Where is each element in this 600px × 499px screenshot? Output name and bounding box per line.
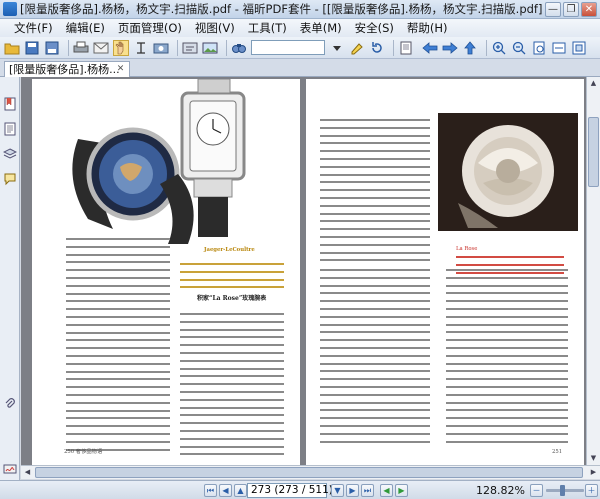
highlight-icon[interactable] (349, 40, 365, 56)
left-page-footer: 250 奢侈品物语 (64, 449, 103, 455)
toolbar-separator (393, 39, 394, 56)
horizontal-scrollbar[interactable]: ◀ ▶ (21, 465, 600, 479)
jewelry-rose-image (438, 113, 578, 231)
document-view[interactable]: Jaeger-LeCoultre 积家“La Rose”玫瑰腕表 250 奢侈品… (21, 77, 586, 465)
print-icon[interactable] (73, 40, 89, 56)
find-icon[interactable] (231, 40, 247, 56)
tab-document[interactable]: [限量版奢侈品].杨杨... ✕ (4, 61, 130, 77)
bookmarks-icon[interactable] (3, 97, 17, 111)
right-top-text (320, 119, 430, 267)
watch-illustration (72, 79, 246, 244)
toolbar-separator (226, 39, 227, 56)
find-input[interactable] (251, 40, 325, 55)
menu-file[interactable]: 文件(F) (14, 20, 53, 36)
close-button[interactable]: ✕ (581, 1, 597, 17)
left-column-text (66, 238, 170, 456)
vertical-scrollbar[interactable]: ▲ ▼ (586, 77, 600, 465)
toolbar-separator (486, 39, 487, 56)
email-icon[interactable] (93, 40, 109, 56)
zoom-level: 128.82% (476, 484, 525, 497)
navigation-side-panel (0, 77, 20, 481)
menu-help[interactable]: 帮助(H) (407, 20, 448, 36)
app-icon (3, 2, 17, 16)
comments-icon[interactable] (3, 172, 17, 186)
up-arrow-icon[interactable] (462, 40, 478, 56)
left-page-caption: 积家“La Rose”玫瑰腕表 (197, 295, 267, 302)
attachment-icon[interactable] (3, 397, 17, 411)
open-folder-icon[interactable] (4, 40, 20, 56)
fit-page-icon[interactable] (531, 40, 547, 56)
page-up-icon[interactable]: ▲ (234, 484, 247, 497)
next-page-icon[interactable]: ▶ (346, 484, 359, 497)
toolbar-separator (68, 39, 69, 56)
save-as-icon[interactable] (44, 40, 60, 56)
right-column-text (180, 313, 284, 461)
zoom-in-icon[interactable] (491, 40, 507, 56)
snapshot-icon[interactable] (153, 40, 169, 56)
image-icon[interactable] (202, 40, 218, 56)
left-page: Jaeger-LeCoultre 积家“La Rose”玫瑰腕表 250 奢侈品… (32, 79, 300, 465)
go-back-icon[interactable]: ◀ (380, 484, 393, 497)
select-text-icon[interactable] (133, 40, 149, 56)
menu-tools[interactable]: 工具(T) (248, 20, 287, 36)
toolbar (0, 37, 600, 59)
hand-tool-icon[interactable] (113, 39, 129, 56)
zoom-out-icon[interactable] (511, 40, 527, 56)
scroll-right-arrow-icon[interactable]: ▶ (587, 466, 600, 479)
scroll-down-arrow-icon[interactable]: ▼ (587, 452, 600, 465)
layers-icon[interactable] (3, 147, 17, 161)
scroll-up-arrow-icon[interactable]: ▲ (587, 77, 600, 90)
right-lower-right-text (446, 269, 568, 448)
title-bar: [限量版奢侈品].杨杨，杨文宇.扫描版.pdf - 福昕PDF套件 - [[限量… (0, 0, 600, 19)
page-thumbnails-icon[interactable] (3, 122, 17, 136)
page-number-field[interactable]: 273 (273 / 511) (247, 483, 333, 498)
find-options-icon[interactable] (329, 40, 345, 56)
menu-edit[interactable]: 编辑(E) (66, 20, 105, 36)
last-page-icon[interactable]: ⏭ (361, 484, 374, 497)
typewriter-icon[interactable] (182, 40, 198, 56)
toolbar-separator (177, 39, 178, 56)
menu-page-management[interactable]: 页面管理(O) (118, 20, 182, 36)
previous-page-icon[interactable]: ◀ (219, 484, 232, 497)
status-bar: ⏮ ◀ ▲ 273 (273 / 511) ▼ ▶ ⏭ ◀ ▶ 128.82% … (0, 480, 600, 499)
right-page-footer: 251 (552, 449, 563, 455)
zoom-slider[interactable] (546, 489, 584, 492)
brand-label: Jaeger-LeCoultre (204, 247, 255, 253)
menu-forms[interactable]: 表单(M) (300, 20, 342, 36)
restore-button[interactable]: ❐ (563, 1, 579, 17)
first-page-icon[interactable]: ⏮ (204, 484, 217, 497)
right-lower-left-text (320, 269, 430, 448)
zoom-in-button[interactable]: ＋ (585, 484, 598, 497)
right-page: La Rose 251 (306, 79, 584, 465)
scroll-left-arrow-icon[interactable]: ◀ (21, 466, 34, 479)
page-down-icon[interactable]: ▼ (331, 484, 344, 497)
save-icon[interactable] (24, 40, 40, 56)
signature-icon[interactable] (3, 462, 17, 476)
forward-arrow-icon[interactable] (442, 40, 458, 56)
scroll-thumb-horizontal[interactable] (35, 467, 583, 478)
fit-width-icon[interactable] (551, 40, 567, 56)
rotate-icon[interactable] (369, 40, 385, 56)
minimize-button[interactable]: — (545, 1, 561, 17)
close-tab-icon[interactable]: ✕ (115, 64, 126, 75)
menu-security[interactable]: 安全(S) (355, 20, 394, 36)
zoom-slider-handle[interactable] (560, 485, 565, 496)
scroll-thumb[interactable] (588, 117, 599, 187)
menu-view[interactable]: 视图(V) (195, 20, 235, 36)
back-arrow-icon[interactable] (422, 40, 438, 56)
document-tab-strip: [限量版奢侈品].杨杨... ✕ (0, 59, 600, 77)
menu-bar: 文件(F) 编辑(E) 页面管理(O) 视图(V) 工具(T) 表单(M) 安全… (0, 19, 600, 37)
window-title: [限量版奢侈品].杨杨，杨文宇.扫描版.pdf - 福昕PDF套件 - [[限量… (20, 2, 543, 16)
actual-size-icon[interactable] (571, 40, 587, 56)
page-icon[interactable] (398, 40, 414, 56)
highlight-text-block (180, 263, 284, 294)
go-forward-icon[interactable]: ▶ (395, 484, 408, 497)
tab-label: [限量版奢侈品].杨杨... (9, 63, 120, 76)
zoom-out-button[interactable]: － (530, 484, 543, 497)
right-page-caption: La Rose (456, 246, 478, 252)
